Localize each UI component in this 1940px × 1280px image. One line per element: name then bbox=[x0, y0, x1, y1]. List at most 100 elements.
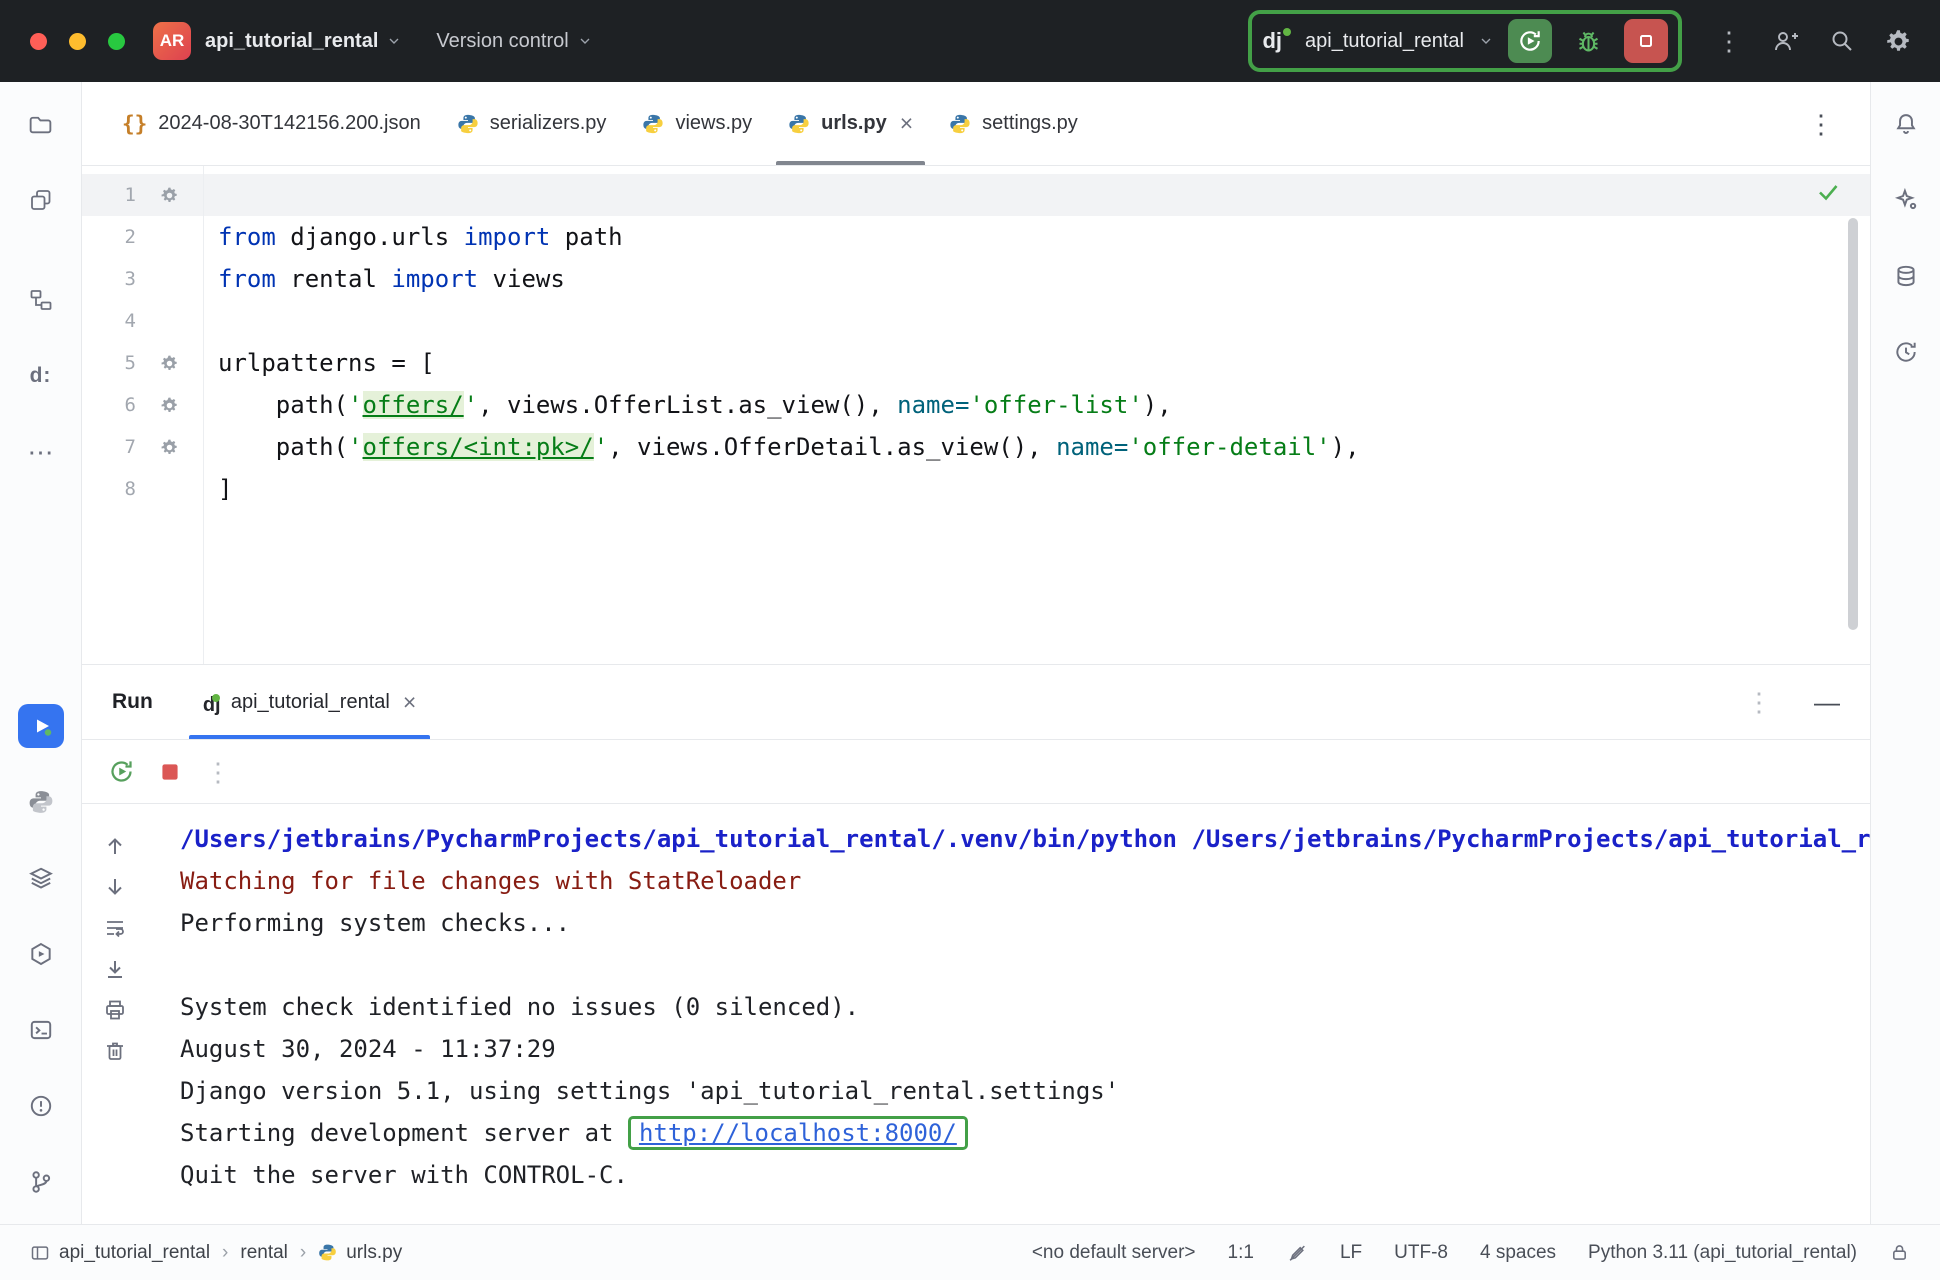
project-tool-button[interactable] bbox=[18, 102, 64, 146]
close-tab-icon[interactable]: × bbox=[900, 110, 913, 137]
problems-icon bbox=[28, 1093, 54, 1119]
titlebar-actions: ⋮ bbox=[1716, 28, 1912, 55]
editor-code-area[interactable]: from django.urls import pathfrom rental … bbox=[204, 166, 1870, 664]
localhost-link[interactable]: http://localhost:8000/ bbox=[628, 1116, 968, 1150]
project-window-icon bbox=[30, 1243, 50, 1263]
console-output[interactable]: /Users/jetbrains/PycharmProjects/api_tut… bbox=[148, 804, 1870, 1224]
version-control-label: Version control bbox=[436, 30, 568, 53]
tab-serializers.py[interactable]: serializers.py bbox=[439, 82, 625, 165]
line-separator-widget[interactable]: LF bbox=[1340, 1242, 1362, 1264]
code-line-5[interactable]: urlpatterns = [ bbox=[204, 342, 1870, 384]
more-options-icon[interactable]: ⋮ bbox=[1716, 28, 1742, 54]
gutter-gear-icon[interactable] bbox=[160, 186, 179, 205]
interpreter-widget[interactable]: Python 3.11 (api_tutorial_rental) bbox=[1588, 1242, 1857, 1264]
python-icon bbox=[28, 789, 54, 815]
run-options-icon[interactable]: ⋮ bbox=[1746, 689, 1772, 715]
down-arrow-icon[interactable] bbox=[103, 875, 127, 899]
code-line-4[interactable] bbox=[204, 300, 1870, 342]
gear-icon[interactable] bbox=[1885, 28, 1912, 55]
code-line-6[interactable]: path('offers/', views.OfferList.as_view(… bbox=[204, 384, 1870, 426]
close-window-button[interactable] bbox=[30, 33, 47, 50]
read-only-icon[interactable] bbox=[1286, 1242, 1308, 1264]
python-icon bbox=[642, 113, 664, 135]
more-toolwindows-button[interactable]: ⋯ bbox=[18, 430, 64, 474]
tab-urls.py[interactable]: urls.py× bbox=[770, 82, 931, 165]
caret-position-widget[interactable]: 1:1 bbox=[1228, 1242, 1254, 1264]
python-packages-tool-button[interactable] bbox=[18, 780, 64, 824]
print-icon[interactable] bbox=[103, 998, 127, 1022]
indent-widget[interactable]: 4 spaces bbox=[1480, 1242, 1556, 1264]
code-editor[interactable]: 12345678 from django.urls import pathfro… bbox=[82, 166, 1870, 664]
ellipsis-icon: ⋯ bbox=[28, 437, 54, 468]
tab-label: 2024-08-30T142156.200.json bbox=[158, 112, 420, 135]
gutter-gear-icon[interactable] bbox=[160, 354, 179, 373]
chevron-down-icon[interactable] bbox=[1478, 33, 1494, 49]
stop-icon[interactable] bbox=[157, 759, 183, 785]
gutter-gear-icon[interactable] bbox=[160, 438, 179, 457]
database-tool-button[interactable] bbox=[1883, 254, 1929, 298]
run-tool-button[interactable] bbox=[18, 704, 64, 748]
ai-assistant-tool-button[interactable] bbox=[1883, 178, 1929, 222]
version-control-tool-button[interactable] bbox=[18, 1160, 64, 1204]
code-line-3[interactable]: from rental import views bbox=[204, 258, 1870, 300]
run-tab[interactable]: dj api_tutorial_rental × bbox=[187, 665, 432, 739]
notifications-tool-button[interactable] bbox=[1883, 102, 1929, 146]
folder-icon bbox=[27, 111, 54, 138]
chevron-down-icon bbox=[386, 33, 402, 49]
terminal-tool-button[interactable] bbox=[18, 1008, 64, 1052]
close-run-tab-icon[interactable]: × bbox=[403, 689, 416, 716]
search-icon[interactable] bbox=[1829, 28, 1855, 54]
breadcrumb-file[interactable]: urls.py bbox=[346, 1242, 402, 1264]
code-line-7[interactable]: path('offers/<int:pk>/', views.OfferDeta… bbox=[204, 426, 1870, 468]
project-name: api_tutorial_rental bbox=[205, 30, 378, 53]
commit-tool-button[interactable] bbox=[18, 178, 64, 222]
run-toolbar: ⋮ bbox=[82, 740, 1870, 804]
line-number: 1 bbox=[82, 184, 136, 206]
rerun-icon[interactable] bbox=[108, 758, 135, 785]
default-server-widget[interactable]: <no default server> bbox=[1032, 1242, 1196, 1264]
python-console-tool-button[interactable] bbox=[18, 856, 64, 900]
problems-tool-button[interactable] bbox=[18, 1084, 64, 1128]
editor-scrollbar[interactable] bbox=[1848, 218, 1858, 630]
soft-wrap-icon[interactable] bbox=[103, 916, 127, 940]
stop-button[interactable] bbox=[1624, 19, 1668, 63]
run-config-name[interactable]: api_tutorial_rental bbox=[1305, 30, 1464, 53]
fullscreen-window-button[interactable] bbox=[108, 33, 125, 50]
minimize-window-button[interactable] bbox=[69, 33, 86, 50]
version-control-widget[interactable]: Version control bbox=[436, 30, 592, 53]
lock-icon[interactable] bbox=[1889, 1242, 1910, 1263]
tab-settings.py[interactable]: settings.py bbox=[931, 82, 1096, 165]
up-arrow-icon[interactable] bbox=[103, 834, 127, 858]
project-widget[interactable]: api_tutorial_rental bbox=[205, 30, 402, 53]
console-line: Starting development server at http://lo… bbox=[180, 1112, 1870, 1154]
clear-trash-icon[interactable] bbox=[103, 1039, 127, 1063]
encoding-widget[interactable]: UTF-8 bbox=[1394, 1242, 1448, 1264]
console-line: Performing system checks... bbox=[180, 902, 1870, 944]
run-config-group: dj api_tutorial_rental bbox=[1248, 10, 1682, 72]
add-user-icon[interactable] bbox=[1772, 28, 1799, 55]
scroll-to-end-icon[interactable] bbox=[103, 957, 127, 981]
inspections-ok-icon[interactable] bbox=[1816, 180, 1840, 204]
rerun-button[interactable] bbox=[1508, 19, 1552, 63]
structure-tool-button[interactable] bbox=[18, 278, 64, 322]
minimize-panel-icon[interactable]: — bbox=[1814, 687, 1840, 718]
debug-button[interactable] bbox=[1566, 19, 1610, 63]
code-line-1[interactable] bbox=[204, 174, 1870, 216]
tab-views.py[interactable]: views.py bbox=[624, 82, 770, 165]
services-icon bbox=[28, 941, 54, 967]
console-options-icon[interactable]: ⋮ bbox=[205, 759, 231, 785]
console-line: August 30, 2024 - 11:37:29 bbox=[180, 1028, 1870, 1070]
run-toolwindow-header: Run dj api_tutorial_rental × ⋮ — bbox=[82, 664, 1870, 740]
tab-2024-08-30T142156.200.json[interactable]: {}2024-08-30T142156.200.json bbox=[104, 82, 439, 165]
gutter-gear-icon[interactable] bbox=[160, 396, 179, 415]
dependencies-icon: d: bbox=[30, 364, 52, 388]
code-line-8[interactable]: ] bbox=[204, 468, 1870, 510]
breadcrumb-package[interactable]: rental bbox=[240, 1242, 288, 1264]
breadcrumb-separator: › bbox=[297, 1242, 309, 1264]
breadcrumb-project[interactable]: api_tutorial_rental bbox=[59, 1242, 210, 1264]
history-tool-button[interactable] bbox=[1883, 330, 1929, 374]
dependencies-tool-button[interactable]: d: bbox=[18, 354, 64, 398]
tab-options-icon[interactable]: ⋮ bbox=[1808, 111, 1834, 137]
services-tool-button[interactable] bbox=[18, 932, 64, 976]
code-line-2[interactable]: from django.urls import path bbox=[204, 216, 1870, 258]
